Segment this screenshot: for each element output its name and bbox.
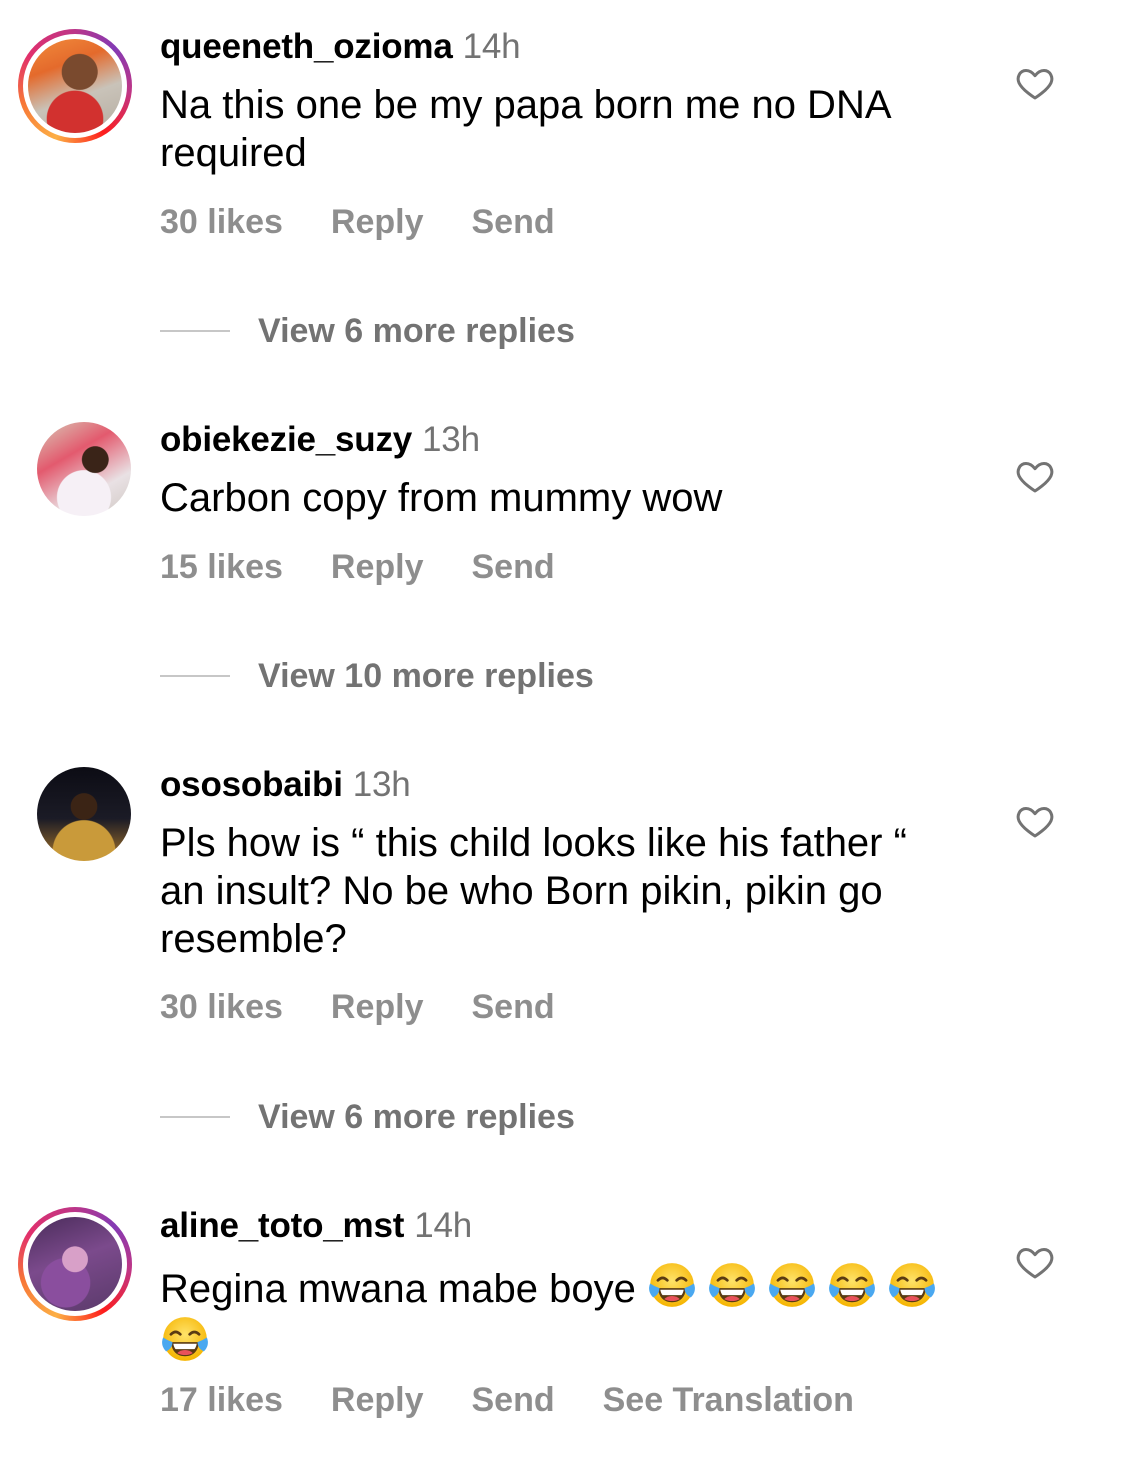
avatar[interactable]: [37, 422, 131, 516]
reply-button[interactable]: Reply: [331, 548, 424, 586]
comment-actions: 30 likes Reply Send: [160, 988, 603, 1027]
comment-username[interactable]: obiekezie_suzy 13h: [160, 420, 480, 460]
comment-text: Na this one be my papa born me no DNA re…: [160, 83, 890, 175]
see-translation-button[interactable]: See Translation: [603, 1381, 854, 1419]
comment-username[interactable]: queeneth_ozioma 14h: [160, 27, 521, 67]
replies-divider: [160, 330, 230, 333]
comment-actions: 30 likes Reply Send: [160, 203, 603, 242]
reply-button[interactable]: Reply: [331, 1381, 424, 1419]
view-replies-button[interactable]: View 10 more replies: [160, 657, 594, 696]
view-replies-label[interactable]: View 6 more replies: [258, 312, 575, 350]
comment-username[interactable]: aline_toto_mst 14h: [160, 1206, 472, 1246]
comment-actions: 17 likes Reply Send See Translation: [160, 1381, 902, 1420]
username-text[interactable]: aline_toto_mst: [160, 1206, 404, 1245]
username-text[interactable]: ososobaibi: [160, 765, 343, 804]
send-button[interactable]: Send: [471, 548, 554, 586]
view-replies-button[interactable]: View 6 more replies: [160, 1098, 575, 1137]
comment-actions: 15 likes Reply Send: [160, 548, 603, 587]
likes-count[interactable]: 30 likes: [160, 988, 283, 1026]
likes-count[interactable]: 17 likes: [160, 1381, 283, 1419]
avatar-wrapper[interactable]: [18, 748, 132, 862]
comment-time: 13h: [422, 420, 480, 459]
face-with-tears-of-joy-icon: [829, 1263, 875, 1307]
face-with-tears-of-joy-icon: [709, 1263, 755, 1307]
comment-time: 14h: [462, 27, 521, 66]
send-button[interactable]: Send: [471, 203, 554, 241]
avatar[interactable]: [37, 767, 131, 861]
likes-count[interactable]: 15 likes: [160, 548, 283, 586]
likes-count[interactable]: 30 likes: [160, 203, 283, 241]
avatar-story-ring[interactable]: [18, 1207, 132, 1321]
heart-outline-icon[interactable]: [1015, 456, 1055, 496]
avatar[interactable]: [28, 1217, 122, 1311]
comment-text-content: Regina mwana mabe boye: [160, 1267, 636, 1311]
username-text[interactable]: queeneth_ozioma: [160, 27, 453, 66]
reply-button[interactable]: Reply: [331, 988, 424, 1026]
comment-time: 14h: [414, 1206, 472, 1245]
comment-text: Pls how is “ this child looks like his f…: [160, 821, 907, 961]
avatar-wrapper[interactable]: [18, 403, 132, 517]
view-replies-button[interactable]: View 6 more replies: [160, 312, 575, 351]
reply-button[interactable]: Reply: [331, 203, 424, 241]
comment-text: Carbon copy from mummy wow: [160, 476, 723, 520]
view-replies-label[interactable]: View 10 more replies: [258, 657, 594, 695]
comment-time: 13h: [352, 765, 411, 804]
username-text[interactable]: obiekezie_suzy: [160, 420, 412, 459]
heart-outline-icon[interactable]: [1015, 63, 1055, 103]
send-button[interactable]: Send: [471, 988, 554, 1026]
comment-username[interactable]: ososobaibi 13h: [160, 765, 411, 805]
replies-divider: [160, 1116, 230, 1119]
heart-outline-icon[interactable]: [1015, 801, 1055, 841]
send-button[interactable]: Send: [471, 1381, 554, 1419]
face-with-tears-of-joy-icon: [649, 1263, 695, 1307]
face-with-tears-of-joy-icon: [162, 1317, 208, 1361]
avatar[interactable]: [28, 39, 122, 133]
face-with-tears-of-joy-icon: [889, 1263, 935, 1307]
comment-text: Regina mwana mabe boye: [160, 1260, 980, 1368]
face-with-tears-of-joy-icon: [769, 1263, 815, 1307]
heart-outline-icon[interactable]: [1015, 1242, 1055, 1282]
avatar-story-ring[interactable]: [18, 29, 132, 143]
replies-divider: [160, 675, 230, 678]
view-replies-label[interactable]: View 6 more replies: [258, 1098, 575, 1136]
